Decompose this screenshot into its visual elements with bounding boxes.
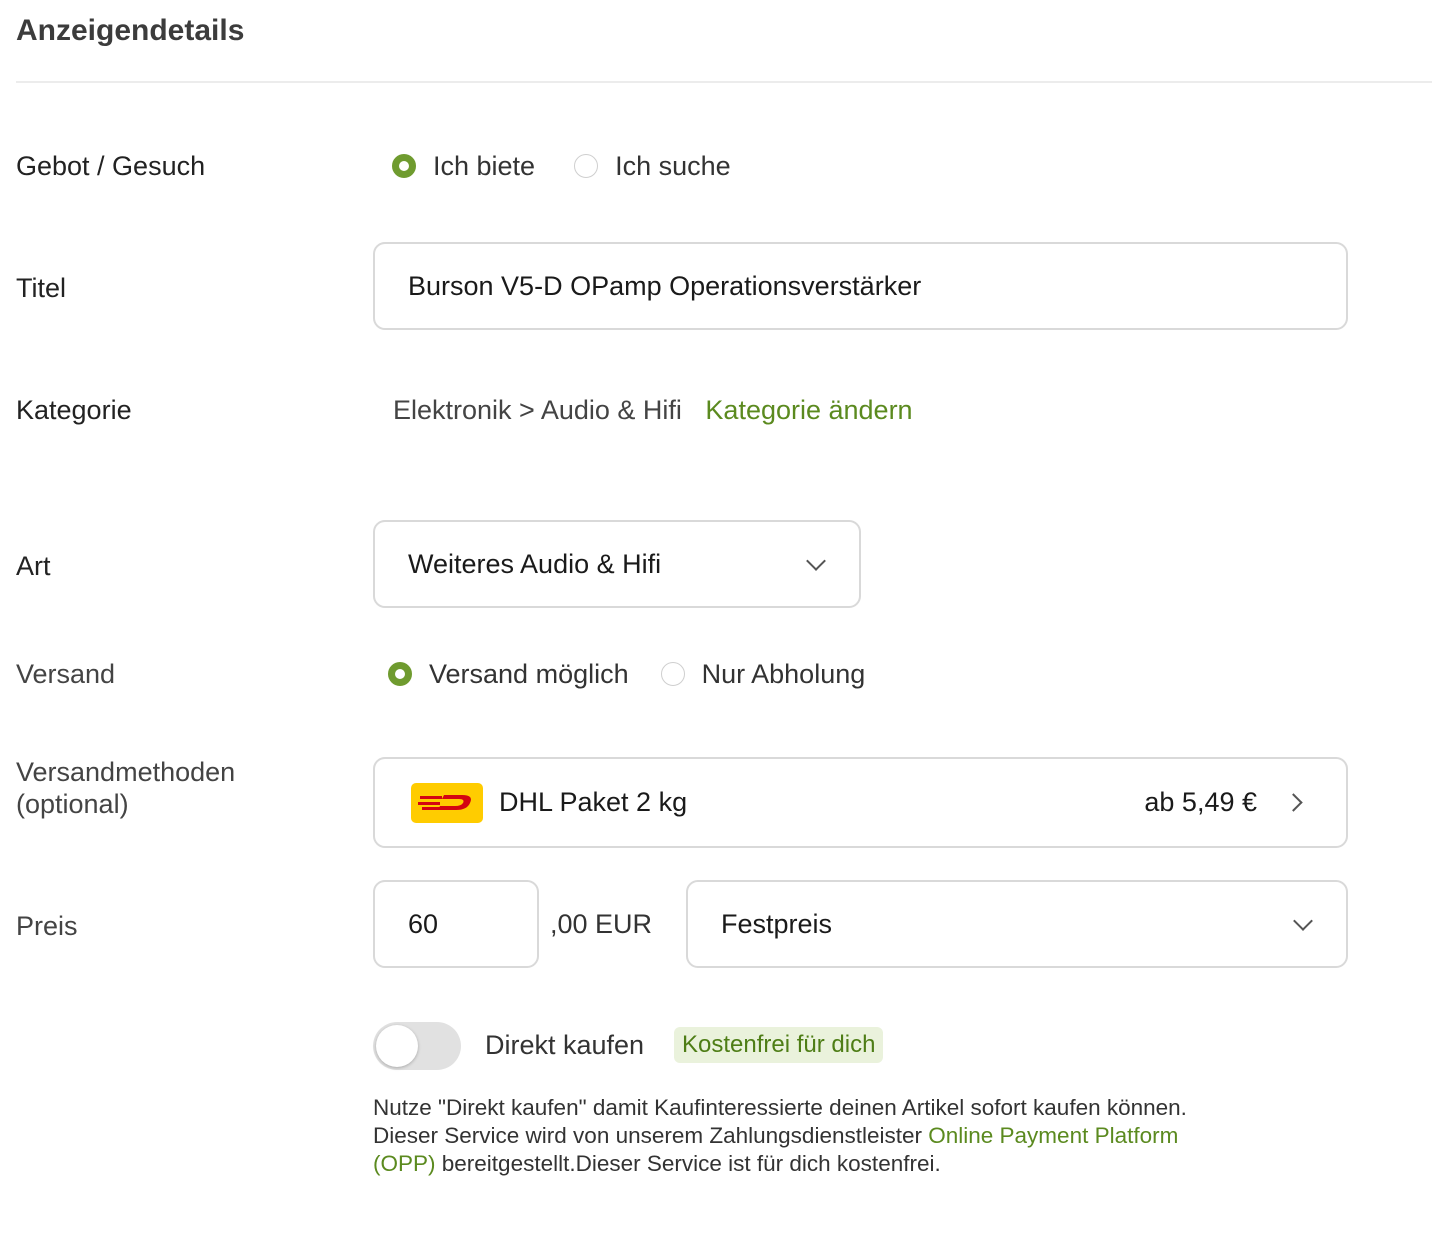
heading-divider <box>16 81 1432 83</box>
price-suffix: ,00 EUR <box>550 909 653 939</box>
shipping-methods-label-line2: (optional) <box>16 789 129 819</box>
shipping-radio-versand-moeglich[interactable] <box>388 662 412 686</box>
shipping-radio-group: Versand möglich Nur Abholung <box>388 658 865 690</box>
direct-buy-info-text: Nutze "Direkt kaufen" damit Kaufinteress… <box>373 1094 1193 1178</box>
price-label: Preis <box>16 911 78 941</box>
category-label: Kategorie <box>16 395 132 425</box>
shipping-radio-nur-abholung[interactable] <box>660 662 685 686</box>
section-heading: Anzeigendetails <box>16 14 245 47</box>
price-type-select-value: Festpreis <box>721 908 833 939</box>
change-category-link[interactable]: Kategorie ändern <box>705 395 912 425</box>
category-path: Elektronik > Audio & Hifi <box>393 395 682 425</box>
price-input-value: 60 <box>408 908 439 939</box>
offer-radio-ich-suche[interactable] <box>574 154 599 178</box>
type-select-value: Weiteres Audio & Hifi <box>408 548 662 579</box>
title-input[interactable]: Burson V5-D OPamp Operationsverstärker <box>373 242 1348 330</box>
offer-type-radio-group: Ich biete Ich suche <box>392 150 731 182</box>
title-label: Titel <box>16 273 67 303</box>
shipping-method-price: ab 5,49 € <box>1144 787 1257 817</box>
category-row: Elektronik > Audio & Hifi Kategorie ände… <box>393 394 913 426</box>
type-label: Art <box>16 551 51 581</box>
offer-type-label: Gebot / Gesuch <box>16 151 206 181</box>
offer-radio-ich-biete[interactable] <box>392 154 416 178</box>
offer-option-ich-suche-label[interactable]: Ich suche <box>615 151 731 182</box>
dhl-logo-icon <box>411 782 483 823</box>
info-text-part2: bereitgestellt.Dieser Service ist für di… <box>435 1151 941 1176</box>
chevron-down-icon <box>1293 911 1313 931</box>
shipping-label: Versand <box>16 659 116 689</box>
direct-buy-label: Direkt kaufen <box>485 1030 645 1060</box>
free-badge: Kostenfrei für dich <box>674 1027 884 1063</box>
shipping-option-nur-abholung-label[interactable]: Nur Abholung <box>702 659 866 690</box>
toggle-knob <box>376 1025 418 1067</box>
price-type-select[interactable]: Festpreis <box>686 880 1348 968</box>
shipping-method-name: DHL Paket 2 kg <box>499 787 688 817</box>
title-input-value: Burson V5-D OPamp Operationsverstärker <box>408 270 922 301</box>
offer-option-ich-biete-label[interactable]: Ich biete <box>433 151 535 182</box>
type-select[interactable]: Weiteres Audio & Hifi <box>373 520 861 608</box>
shipping-methods-label: Versandmethoden (optional) <box>16 756 235 820</box>
chevron-down-icon <box>806 551 826 571</box>
shipping-method-selector[interactable]: DHL Paket 2 kg ab 5,49 € <box>373 757 1348 848</box>
shipping-methods-label-line1: Versandmethoden <box>16 757 236 787</box>
price-input[interactable]: 60 <box>373 880 539 968</box>
chevron-right-icon <box>1284 793 1303 812</box>
shipping-option-versand-moeglich-label[interactable]: Versand möglich <box>429 659 629 690</box>
direct-buy-toggle[interactable] <box>373 1022 461 1070</box>
